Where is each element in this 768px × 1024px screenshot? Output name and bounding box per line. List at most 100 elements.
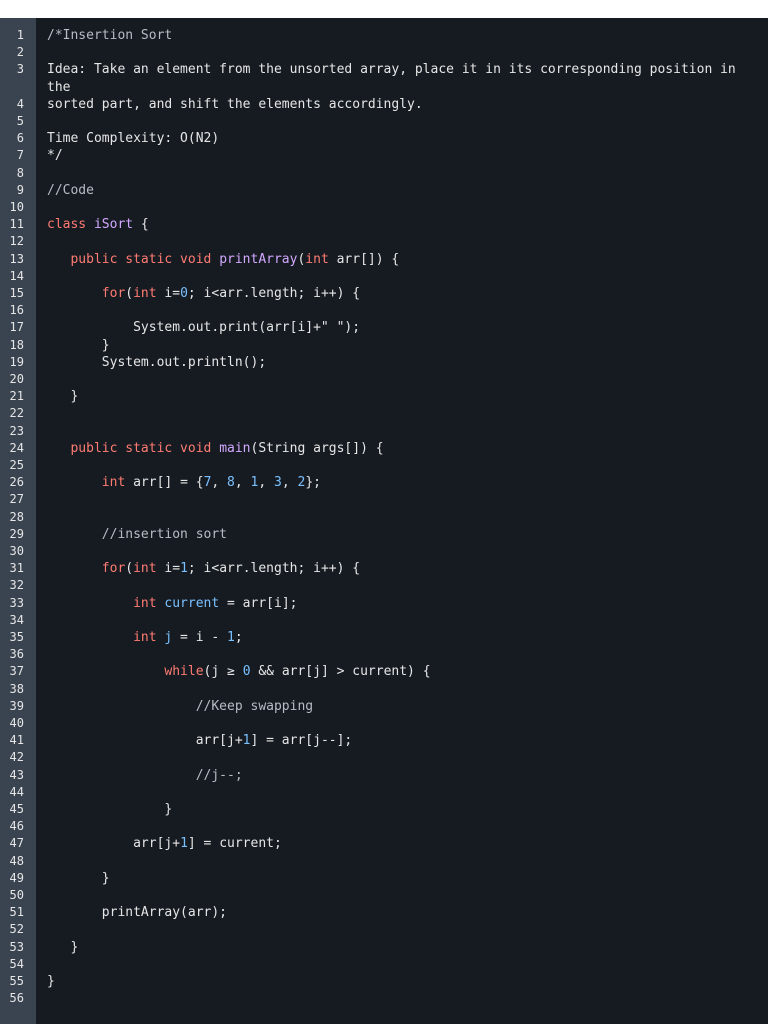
code-token: int [47,595,157,611]
code-line: the [47,79,70,96]
code-line: } [47,939,78,956]
code-token: ( [125,286,134,301]
code-token: } [47,337,110,353]
code-token: int [133,286,157,301]
code-line: while(j ≥ 0 && arr[j] > current) { [47,663,431,680]
code-token: Idea: Take an element from the unsorted … [47,62,736,78]
line-number: 40 [9,716,24,730]
line-number: 42 [9,750,24,765]
code-line: int j = i - 1; [47,629,243,646]
code-line: for(int i=1; i<arr.length; i++) { [47,560,360,577]
code-token: 1 [180,561,188,577]
line-number: 55 [9,974,24,988]
code-token: 3 [274,475,282,491]
line-number: 18 [9,337,24,352]
code-token: //Code [47,182,94,198]
code-token: 8 [227,475,235,491]
code-token: /*Insertion Sort [47,28,173,43]
line-number: 45 [9,802,24,816]
code-line: Idea: Take an element from the unsorted … [47,61,736,78]
line-number: 9 [16,182,24,197]
line-number: 35 [9,630,24,644]
line-number: 34 [9,612,24,627]
line-number: 29 [9,526,24,541]
code-token: } [47,870,110,886]
line-number: 37 [9,664,24,679]
line-number: 22 [9,406,24,421]
line-number: 12 [9,234,24,249]
code-token: ( [125,561,134,577]
code-token: arr[j+ [47,836,181,852]
line-number: 50 [9,888,24,902]
code-token: int [305,251,329,267]
code-token: sorted part, and shift the elements acco… [47,96,423,112]
code-token: System.out.println(); [47,354,267,370]
code-token: = arr[i]; [219,595,298,611]
line-number: 49 [9,870,24,885]
line-number: 41 [9,733,24,748]
code-token: printArray [219,251,298,267]
code-token: int [47,475,126,491]
line-number: 48 [9,853,24,868]
line-number: 51 [9,905,24,920]
code-token: public static void [47,251,220,267]
code-token: , [258,475,275,491]
line-number: 6 [16,131,24,146]
code-token: arr[j+ [47,733,243,749]
code-line: //Keep swapping [47,698,313,715]
code-line: int arr[] = {7, 8, 1, 3, 2}; [47,474,321,491]
code-token: ; i<arr.length; i++) { [187,561,361,577]
code-token: //Keep swapping [47,698,314,714]
line-number: 20 [9,372,24,386]
code-token: 1 [180,836,188,852]
line-number: 52 [9,922,24,937]
code-token: { [133,217,149,233]
code-line: arr[j+1] = arr[j--]; [47,732,353,749]
code-token: i= [156,561,181,577]
line-number: 33 [9,595,24,610]
line-number: 36 [9,647,24,662]
code-editor[interactable]: 1 2 3 4 5 6 7 8 9 10 11 12 13 14 15 16 17 18 19 20 21 22 23 24 2… [0,18,768,1024]
line-number: 53 [9,939,24,954]
line-number: 32 [9,578,24,593]
line-number: 27 [9,492,24,507]
code-token: } [47,389,79,405]
line-number: 14 [9,268,24,283]
code-token: , [211,475,228,491]
code-line: */ [47,147,63,164]
code-token: i= [156,286,181,301]
code-token: int [133,561,157,577]
code-token: , [281,475,298,491]
code-token: for [47,561,126,577]
code-line: //j--; [47,767,243,784]
code-token: main [219,440,251,456]
code-token: ; [234,630,243,645]
line-number: 7 [16,148,24,163]
code-token: } [47,939,79,955]
line-number: 44 [9,784,24,799]
line-number: 28 [9,509,24,524]
code-token: && arr[j] > current) { [250,664,431,680]
code-token: } [47,802,173,817]
line-number: 19 [9,354,24,369]
line-number: 11 [9,217,24,232]
line-number: 43 [9,767,24,782]
code-line: sorted part, and shift the elements acco… [47,96,423,113]
code-token: j [156,630,173,645]
code-token: 1 [242,733,251,749]
code-token: 1 [227,630,235,645]
code-line: } [47,801,172,818]
line-number: 26 [9,475,24,490]
code-token: Time Complexity: O(N2) [47,131,220,147]
code-line: /*Insertion Sort [47,27,172,44]
code-token: ] = current; [187,836,282,852]
code-line: //insertion sort [47,526,227,543]
code-token: ] = arr[j--]; [250,733,353,749]
code-token: 0 [180,286,188,301]
line-number: 54 [9,956,24,971]
code-token: the [47,79,71,95]
code-token: while [47,664,204,680]
line-number: 23 [9,423,24,438]
line-number: 30 [9,544,24,558]
line-number: 21 [9,389,24,404]
